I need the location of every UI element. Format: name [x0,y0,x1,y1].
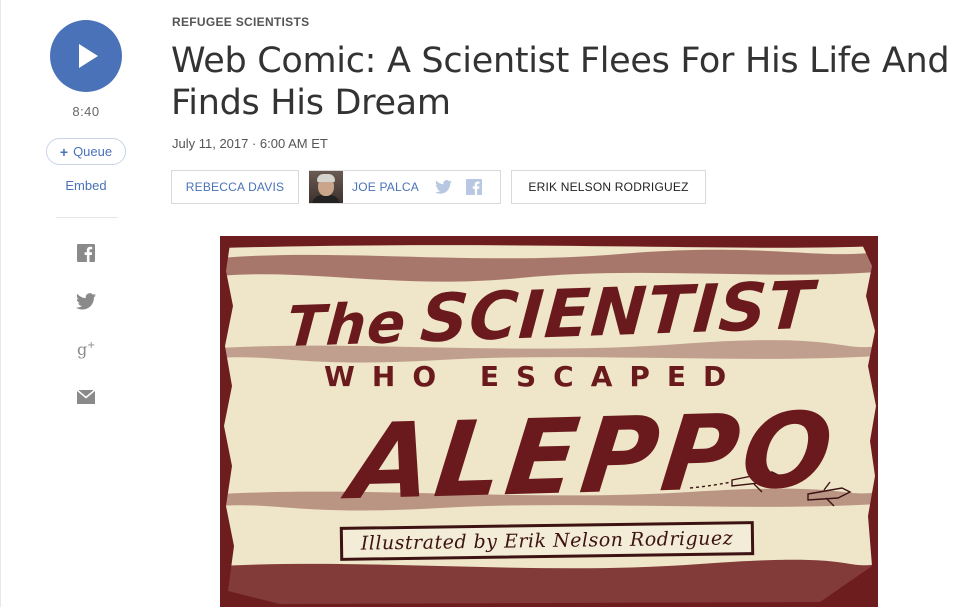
email-icon[interactable] [76,387,96,407]
twitter-icon[interactable] [76,291,96,311]
play-icon [79,44,98,68]
svg-text:+: + [87,340,95,351]
play-button[interactable] [50,20,122,92]
twitter-icon[interactable] [435,180,452,194]
author-link[interactable]: REBECCA DAVIS [186,180,284,194]
svg-text:g: g [77,340,87,359]
author-social-links [435,179,482,195]
google-plus-icon[interactable]: g + [76,339,96,359]
rail-divider [56,217,118,218]
audio-duration: 8:40 [72,104,100,119]
byline-rebecca-davis: REBECCA DAVIS [171,170,299,204]
comic-subtitle: WHO ESCAPED [324,360,744,393]
comic-title-main: SCIENTIST [417,266,817,358]
audio-rail: 8:40 + Queue Embed g + [0,0,172,607]
queue-button[interactable]: + Queue [46,138,126,165]
rail-edge-divider [0,0,1,607]
facebook-icon[interactable] [76,243,96,263]
article-headline: Web Comic: A Scientist Flees For His Lif… [171,41,950,123]
comic-credit-banner: Illustrated by Erik Nelson Rodriguez [339,521,755,561]
author-photo[interactable] [309,171,343,203]
comic-city-title: ALEPPO [344,388,843,524]
plus-icon: + [59,143,69,160]
facebook-icon[interactable] [465,179,482,195]
article-dateline: July 11, 2017 · 6:00 AM ET [172,136,328,151]
embed-link[interactable]: Embed [46,178,126,193]
comic-title-the: The [284,291,409,361]
section-eyebrow[interactable]: REFUGEE SCIENTISTS [172,15,309,29]
author-link[interactable]: JOE PALCA [352,180,419,194]
byline-joe-palca: JOE PALCA [309,170,501,204]
comic-cover-image[interactable]: The SCIENTIST WHO ESCAPED ALEPPO Illustra… [220,236,878,607]
queue-label: Queue [73,144,113,159]
author-name: ERIK NELSON RODRIGUEZ [528,180,689,194]
byline-erik-nelson-rodriguez: ERIK NELSON RODRIGUEZ [511,170,706,204]
